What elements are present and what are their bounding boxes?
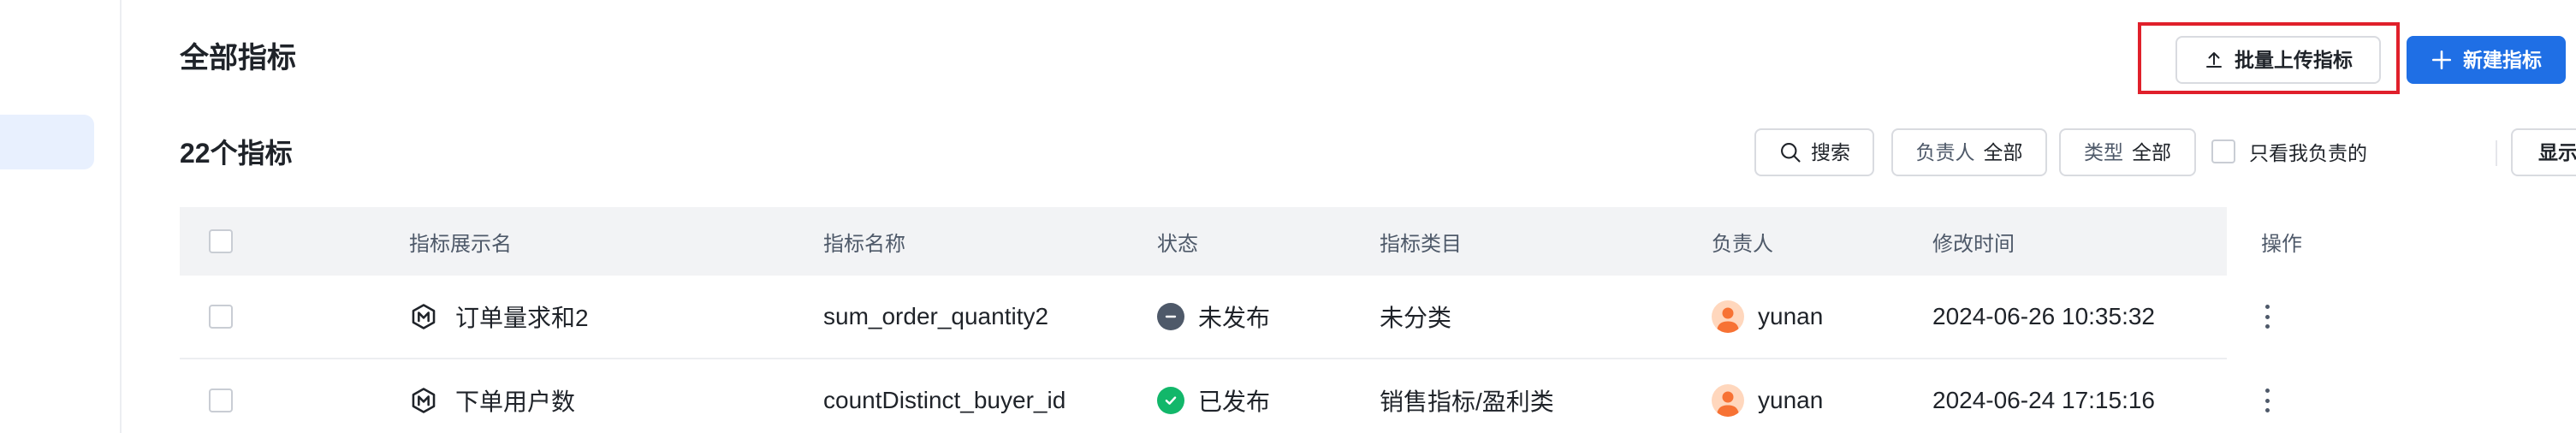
column-header-display-name[interactable]: 指标展示名 <box>409 207 512 276</box>
owner-filter-value: 全部 <box>1983 140 2023 163</box>
owner-cell: yunan <box>1712 276 1823 358</box>
status-label: 已发布 <box>1198 389 1271 415</box>
plus-icon <box>2431 50 2452 70</box>
row-checkbox[interactable] <box>209 305 233 329</box>
row-checkbox-cell <box>209 359 233 433</box>
ops-cell <box>2263 359 2271 433</box>
search-label: 搜索 <box>1811 140 1850 163</box>
table-header: 指标展示名 指标名称 状态 指标类目 负责人 修改时间 操作 <box>180 207 2302 276</box>
status-cell: 已发布 <box>1157 359 1270 433</box>
table-row[interactable]: 订单量求和2 sum_order_quantity2 未发布 未分类 yunan <box>180 276 2270 359</box>
user-avatar-icon <box>1712 300 1744 333</box>
ops-cell <box>2263 276 2271 358</box>
owner-cell: yunan <box>1712 359 1823 433</box>
metric-display-name[interactable]: 下单用户数 <box>455 383 575 418</box>
metric-count-title: 22个指标 <box>180 138 293 169</box>
status-label: 未发布 <box>1198 305 1271 331</box>
metrics-table: 指标展示名 指标名称 状态 指标类目 负责人 修改时间 操作 订单量求和2 su… <box>180 207 2302 433</box>
upload-icon <box>2206 52 2222 68</box>
row-checkbox-cell <box>209 276 233 358</box>
sidebar-active-item[interactable] <box>0 115 94 169</box>
column-header-name[interactable]: 指标名称 <box>823 207 905 276</box>
search-icon <box>1781 143 1801 163</box>
type-filter-key: 类型 <box>2084 140 2123 163</box>
batch-upload-button[interactable]: 批量上传指标 <box>2175 36 2381 84</box>
search-button[interactable]: 搜索 <box>1754 128 1874 176</box>
owner-filter-key: 负责人 <box>1915 140 1975 163</box>
table-row[interactable]: 下单用户数 countDistinct_buyer_id 已发布 销售指标/盈利… <box>180 359 2270 433</box>
metric-name: countDistinct_buyer_id <box>823 387 1066 413</box>
more-vertical-icon[interactable] <box>2263 305 2271 329</box>
select-all-checkbox[interactable] <box>209 229 233 253</box>
main-content: 全部指标 批量上传指标 新建指标 22个指标 搜索 负责人 全部 类型 全部 只… <box>123 0 2576 433</box>
display-fields-dropdown[interactable]: 显示字段 <box>2511 128 2576 176</box>
batch-upload-label: 批量上传指标 <box>2235 48 2353 71</box>
page-title: 全部指标 <box>180 42 296 74</box>
column-header-category[interactable]: 指标类目 <box>1380 207 1462 276</box>
owner-filter[interactable]: 负责人 全部 <box>1891 128 2047 176</box>
new-metric-label: 新建指标 <box>2463 48 2542 71</box>
column-header-modified[interactable]: 修改时间 <box>1932 207 2015 276</box>
check-circle-icon <box>1157 387 1184 414</box>
metric-m-icon <box>412 304 436 329</box>
user-avatar-icon <box>1712 384 1744 417</box>
new-metric-button[interactable]: 新建指标 <box>2407 36 2566 84</box>
minus-circle-icon <box>1157 303 1184 330</box>
metric-category: 销售指标/盈利类 <box>1380 389 1554 415</box>
column-header-owner[interactable]: 负责人 <box>1712 207 1773 276</box>
row-display-name-cell: 订单量求和2 <box>409 276 589 358</box>
type-filter[interactable]: 类型 全部 <box>2059 128 2196 176</box>
metric-name: sum_order_quantity2 <box>823 303 1049 329</box>
toolbar-divider <box>2496 140 2497 166</box>
column-header-ops: 操作 <box>2261 232 2302 256</box>
modified-time: 2024-06-24 17:15:16 <box>1932 387 2155 413</box>
status-cell: 未发布 <box>1157 276 1270 358</box>
only-mine-toggle[interactable]: 只看我负责的 <box>2211 137 2367 166</box>
left-sidebar <box>0 0 122 433</box>
only-mine-label: 只看我负责的 <box>2249 142 2367 164</box>
display-fields-label: 显示字段 <box>2538 140 2576 163</box>
type-filter-value: 全部 <box>2132 140 2171 163</box>
owner-name: yunan <box>1758 303 1824 329</box>
owner-name: yunan <box>1758 387 1824 413</box>
metric-m-icon <box>412 388 436 413</box>
modified-time: 2024-06-26 10:35:32 <box>1932 303 2155 329</box>
row-checkbox[interactable] <box>209 389 233 412</box>
header-checkbox-cell <box>209 207 233 276</box>
column-header-status[interactable]: 状态 <box>1157 207 1198 276</box>
metric-display-name[interactable]: 订单量求和2 <box>455 300 589 334</box>
metric-category: 未分类 <box>1380 305 1452 331</box>
only-mine-checkbox[interactable] <box>2211 139 2235 163</box>
more-vertical-icon[interactable] <box>2263 389 2271 412</box>
row-display-name-cell: 下单用户数 <box>409 359 575 433</box>
